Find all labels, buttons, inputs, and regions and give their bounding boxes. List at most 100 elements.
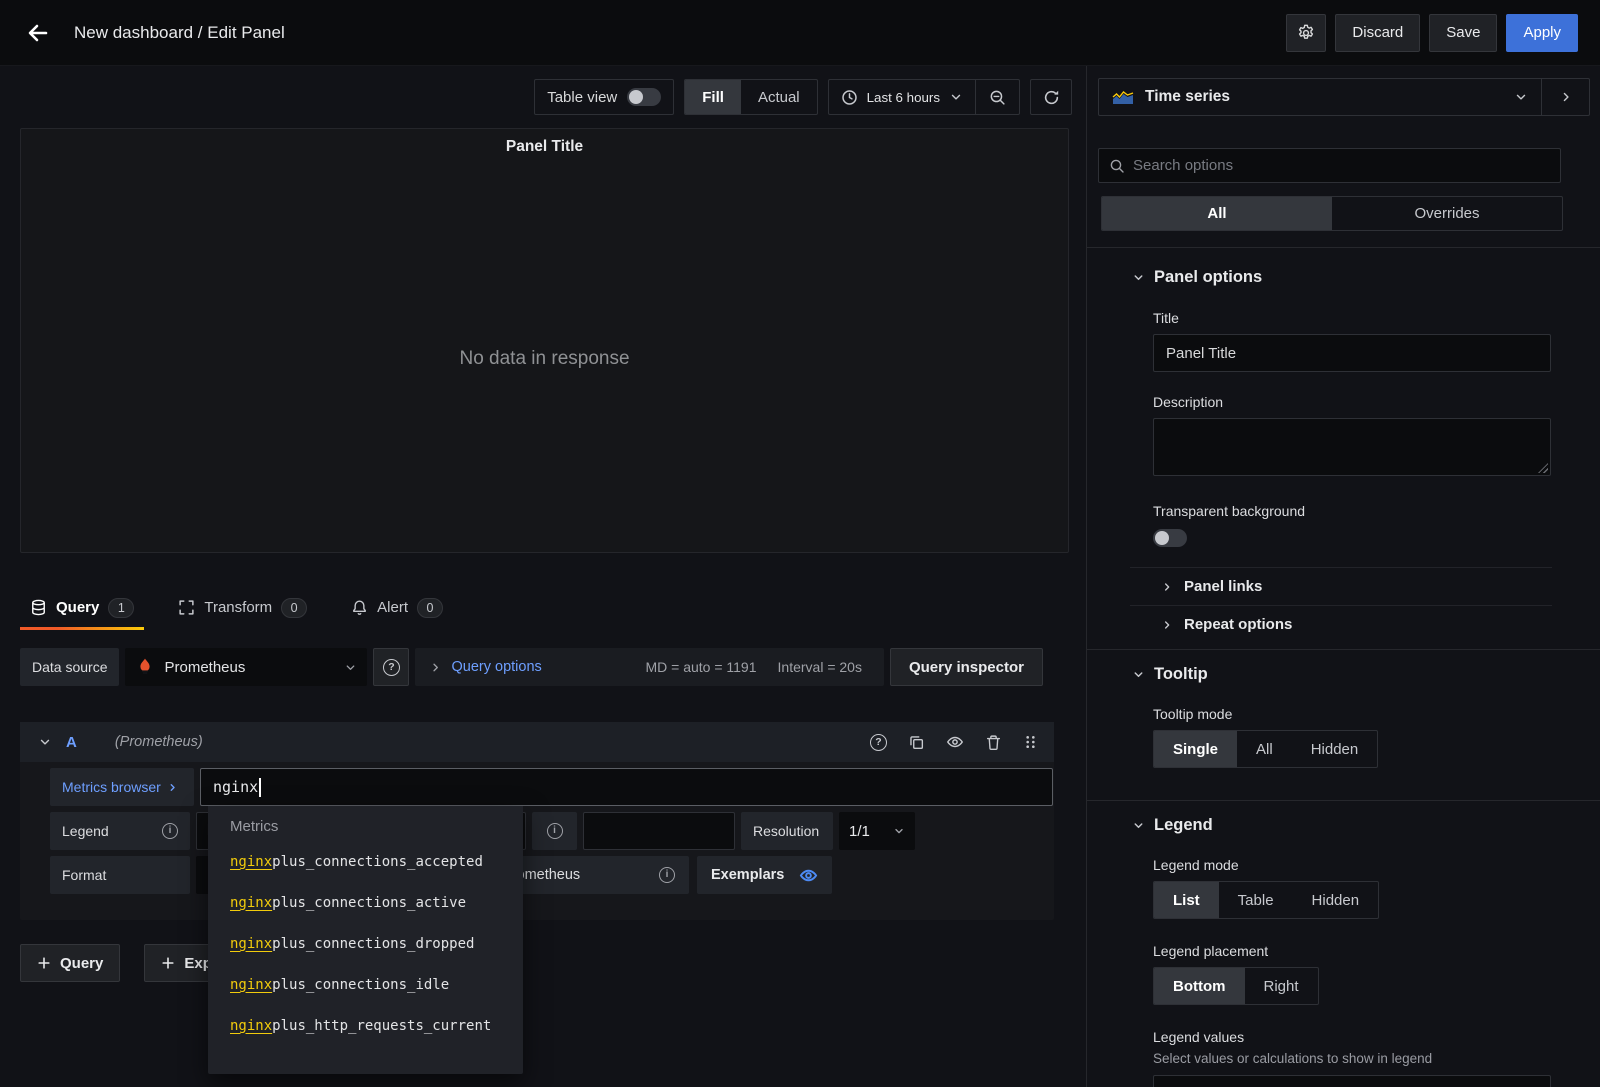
metric-option[interactable]: nginxplus_connections_idle xyxy=(208,964,523,1005)
min-step-input[interactable] xyxy=(583,812,735,850)
tab-alert[interactable]: Alert 0 xyxy=(341,585,453,630)
divider xyxy=(1087,649,1600,650)
query-help-button[interactable]: ? xyxy=(870,734,887,751)
panel-links-label: Panel links xyxy=(1184,578,1262,595)
panel-title-input[interactable] xyxy=(1153,334,1551,372)
transparent-background-toggle[interactable] xyxy=(1153,529,1187,547)
panel-links-section[interactable]: Panel links xyxy=(1087,568,1600,605)
description-textarea[interactable] xyxy=(1153,418,1551,476)
panel-title: Panel Title xyxy=(21,129,1068,165)
metric-match: nginx xyxy=(230,1018,272,1034)
metric-rest: plus_connections_dropped xyxy=(272,936,474,952)
chevron-right-icon xyxy=(1161,581,1173,593)
legend-table-option[interactable]: Table xyxy=(1219,882,1293,918)
transparent-background-label: Transparent background xyxy=(1153,503,1600,519)
query-options-link[interactable]: Query options xyxy=(451,659,541,675)
table-view-toggle[interactable] xyxy=(627,88,661,106)
chevron-down-icon[interactable] xyxy=(38,735,52,749)
metric-option[interactable]: nginxplus_connections_dropped xyxy=(208,923,523,964)
chevron-right-icon xyxy=(1559,90,1573,104)
time-range-picker[interactable]: Last 6 hours xyxy=(828,79,976,115)
remove-query-button[interactable] xyxy=(985,734,1002,751)
filter-overrides-tab[interactable]: Overrides xyxy=(1332,197,1562,230)
tooltip-all-option[interactable]: All xyxy=(1237,731,1292,767)
time-controls: Last 6 hours xyxy=(828,79,1020,115)
save-button[interactable]: Save xyxy=(1429,14,1497,52)
tooltip-section-header[interactable]: Tooltip xyxy=(1087,662,1600,686)
topbar-actions: Discard Save Apply xyxy=(1286,14,1578,52)
query-count-badge: 1 xyxy=(108,598,134,618)
drag-handle[interactable] xyxy=(1023,734,1038,750)
panel-preview: Panel Title No data in response xyxy=(20,128,1069,553)
legend-bottom-option[interactable]: Bottom xyxy=(1154,968,1245,1004)
search-options-input[interactable] xyxy=(1133,157,1550,174)
tab-transform-label: Transform xyxy=(204,599,272,616)
zoom-out-button[interactable] xyxy=(976,79,1020,115)
eye-icon-blue xyxy=(799,866,818,885)
grip-dots-icon xyxy=(1023,734,1038,750)
table-view-label: Table view xyxy=(547,89,617,106)
tab-query[interactable]: Query 1 xyxy=(20,585,144,630)
tab-transform[interactable]: Transform 0 xyxy=(168,585,317,630)
datasource-picker[interactable]: Prometheus xyxy=(125,648,367,686)
datasource-row: Data source Prometheus ? Query options M… xyxy=(0,648,1086,686)
min-step-box: i xyxy=(532,812,577,850)
panel-settings-button[interactable] xyxy=(1286,14,1326,52)
bell-icon xyxy=(351,599,368,616)
apply-button[interactable]: Apply xyxy=(1506,14,1578,52)
toggle-viz-pane-button[interactable] xyxy=(1542,78,1590,116)
query-ref-id: A xyxy=(66,734,77,751)
legend-mode-group: List Table Hidden xyxy=(1153,881,1379,919)
legend-placement-label: Legend placement xyxy=(1153,943,1600,959)
datasource-help-button[interactable]: ? xyxy=(373,648,409,686)
prometheus-icon xyxy=(135,657,155,677)
tab-query-label: Query xyxy=(56,599,99,616)
transform-icon xyxy=(178,599,195,616)
chevron-down-icon xyxy=(893,825,905,837)
options-search xyxy=(1098,148,1561,183)
legend-title: Legend xyxy=(1154,816,1213,835)
actual-option[interactable]: Actual xyxy=(741,80,817,114)
disable-query-button[interactable] xyxy=(946,733,964,751)
metric-option[interactable]: nginxplus_connections_active xyxy=(208,882,523,923)
query-expression-input[interactable]: nginx xyxy=(200,768,1053,806)
tooltip-hidden-option[interactable]: Hidden xyxy=(1292,731,1378,767)
query-expression-text: nginx xyxy=(213,778,258,796)
fill-option[interactable]: Fill xyxy=(685,80,741,114)
alert-count-badge: 0 xyxy=(417,598,443,618)
metrics-dropdown-header: Metrics xyxy=(230,818,523,835)
divider xyxy=(1087,247,1600,248)
refresh-button[interactable] xyxy=(1030,79,1072,115)
legend-right-option[interactable]: Right xyxy=(1245,968,1318,1004)
resolution-select[interactable]: 1/1 xyxy=(839,812,915,850)
chevron-right-icon xyxy=(167,782,178,793)
legend-section-header[interactable]: Legend xyxy=(1087,813,1600,837)
query-row-header[interactable]: A (Prometheus) ? xyxy=(20,722,1054,762)
max-datapoints-info: MD = auto = 1191 xyxy=(645,659,756,675)
legend-hidden-option[interactable]: Hidden xyxy=(1293,882,1379,918)
metric-option[interactable]: nginxplus_connections_accepted xyxy=(208,841,523,882)
exemplars-toggle[interactable] xyxy=(799,866,818,885)
info-icon: i xyxy=(162,823,178,839)
tooltip-single-option[interactable]: Single xyxy=(1154,731,1237,767)
filter-all-tab[interactable]: All xyxy=(1102,197,1332,230)
add-query-button[interactable]: Query xyxy=(20,944,120,982)
metric-match: nginx xyxy=(230,895,272,911)
query-inspector-button[interactable]: Query inspector xyxy=(890,648,1043,686)
repeat-options-section[interactable]: Repeat options xyxy=(1087,606,1600,643)
duplicate-query-button[interactable] xyxy=(908,734,925,751)
back-button[interactable] xyxy=(22,17,54,49)
metric-option[interactable]: nginxplus_http_requests_current xyxy=(208,1005,523,1046)
legend-list-option[interactable]: List xyxy=(1154,882,1219,918)
chevron-down-icon xyxy=(1132,819,1145,832)
metric-rest: plus_connections_idle xyxy=(272,977,449,993)
time-range-label: Last 6 hours xyxy=(867,90,940,105)
legend-values-input[interactable] xyxy=(1153,1075,1551,1087)
metrics-browser-button[interactable]: Metrics browser xyxy=(50,768,194,806)
legend-values-label: Legend values xyxy=(1153,1029,1600,1045)
panel-options-header[interactable]: Panel options xyxy=(1087,265,1600,289)
visualization-picker[interactable]: Time series xyxy=(1098,78,1542,116)
info-icon: i xyxy=(659,867,675,883)
tab-alert-label: Alert xyxy=(377,599,408,616)
discard-button[interactable]: Discard xyxy=(1335,14,1420,52)
